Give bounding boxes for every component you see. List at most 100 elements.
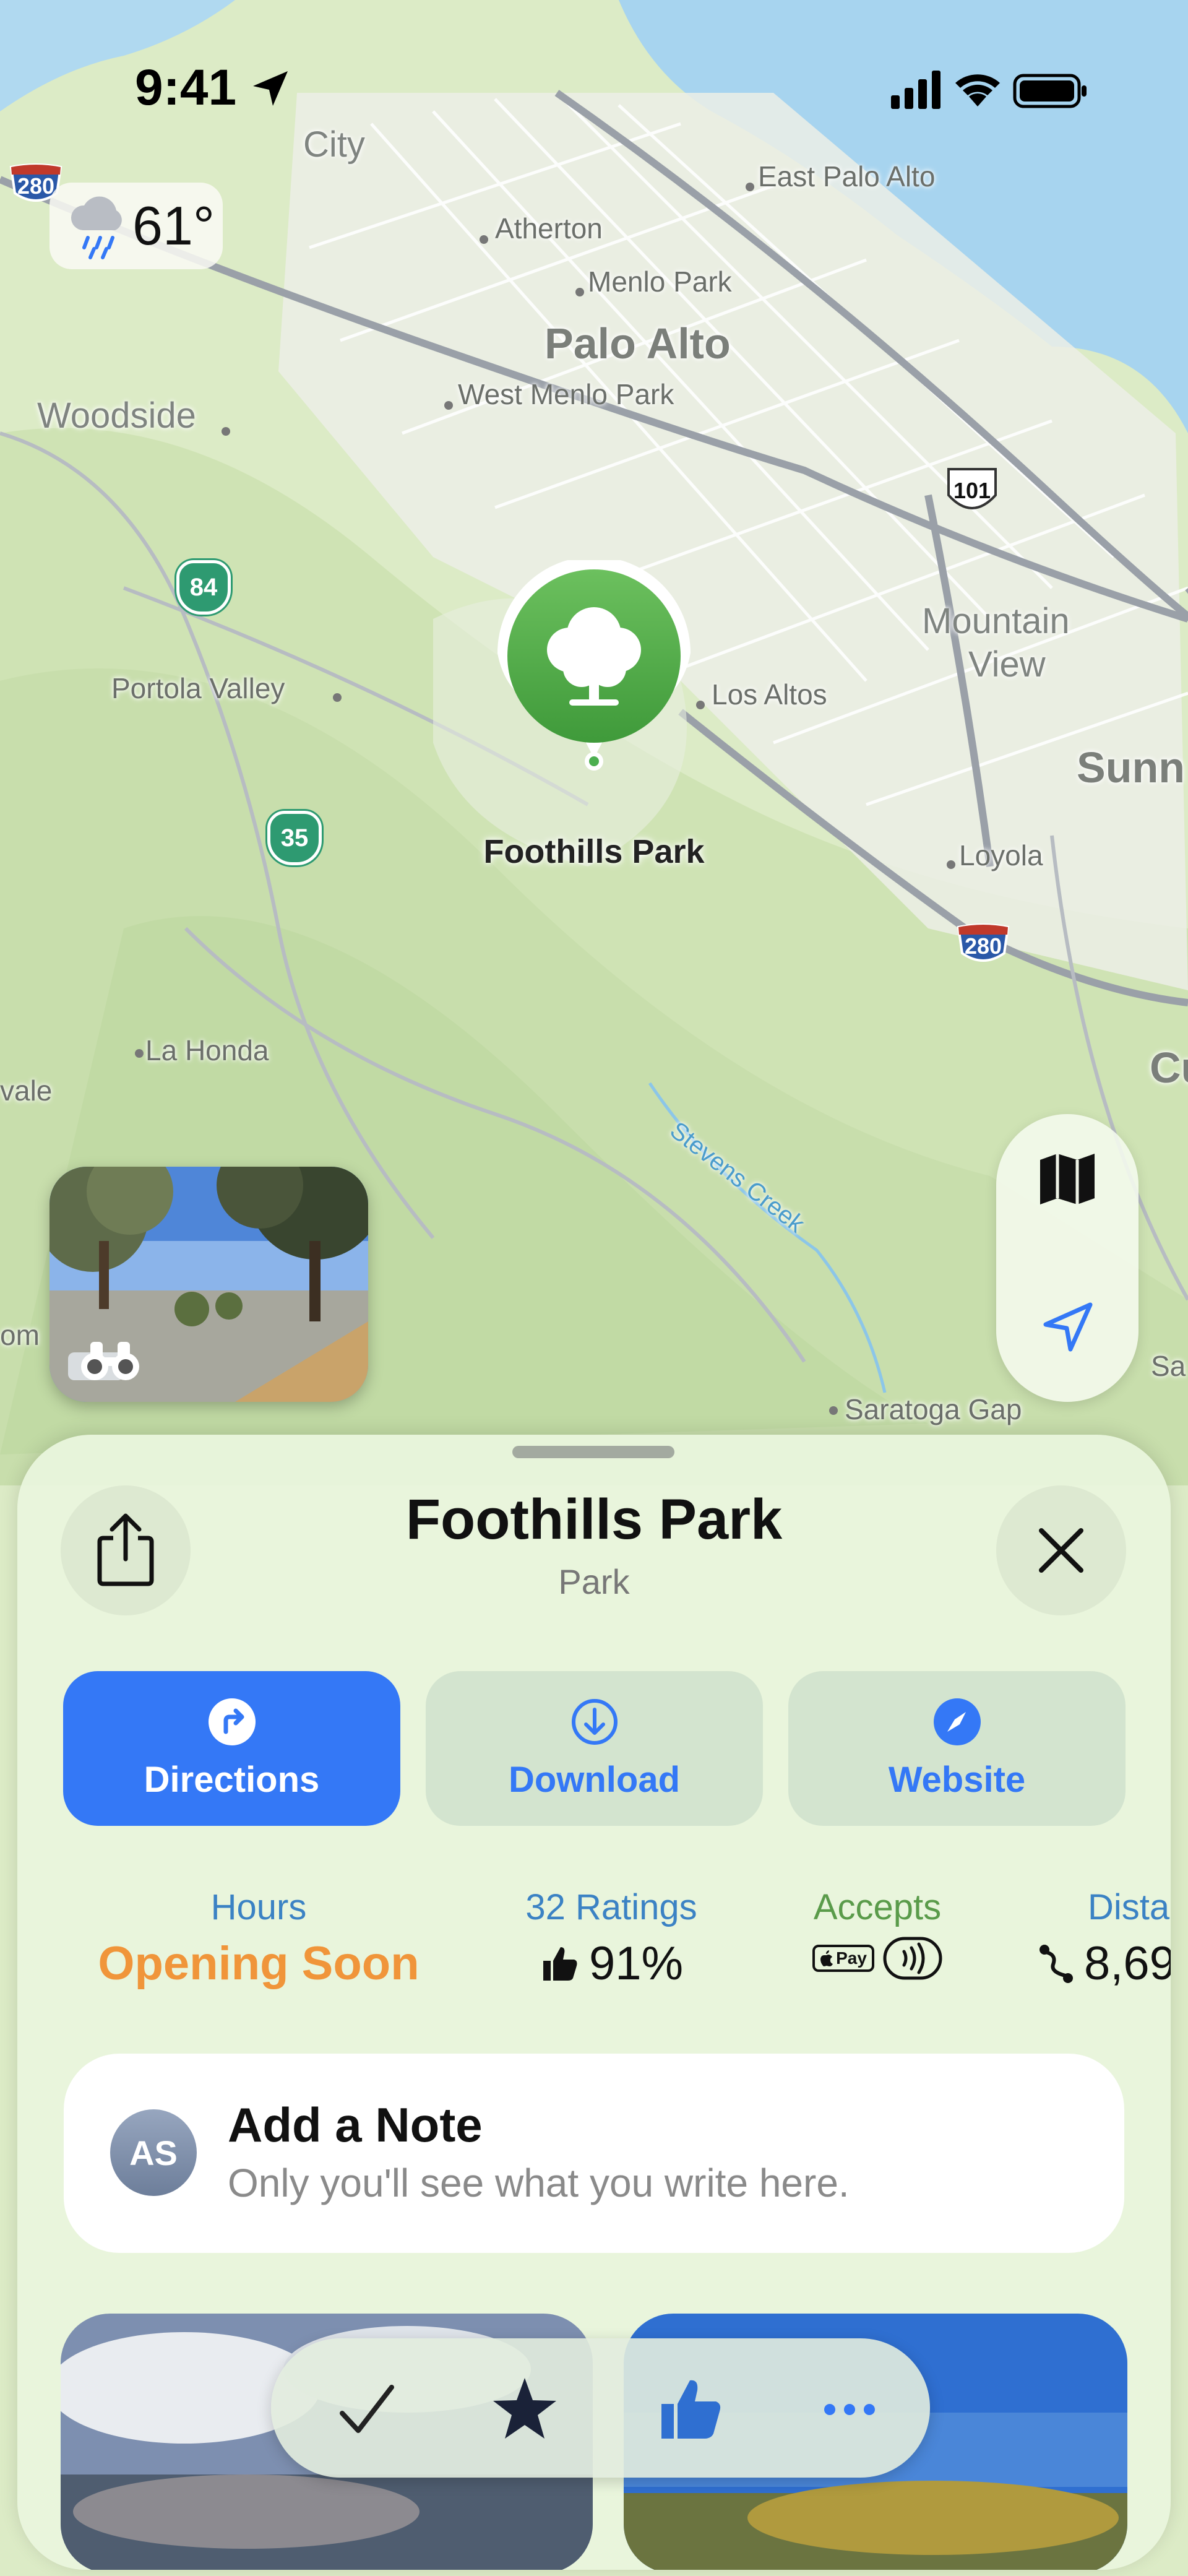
map-dot	[135, 1049, 144, 1058]
map-label: Menlo Park	[588, 266, 732, 298]
thumbs-up-icon	[543, 1947, 577, 1981]
place-pin[interactable]	[495, 556, 693, 771]
download-icon	[571, 1698, 618, 1745]
map-label: vale	[0, 1074, 53, 1107]
directions-label: Directions	[144, 1759, 320, 1800]
share-button[interactable]	[61, 1485, 191, 1615]
favorite-button[interactable]	[484, 2369, 565, 2450]
place-category: Park	[558, 1562, 630, 1601]
us-highway-number: 101	[953, 478, 991, 503]
place-title: Foothills Park	[405, 1488, 783, 1551]
been-here-button[interactable]	[327, 2369, 407, 2450]
state-route-number: 35	[280, 824, 309, 852]
close-button[interactable]	[996, 1485, 1126, 1615]
wifi-icon	[955, 74, 1000, 106]
ratings-value: 91%	[588, 1937, 684, 1990]
close-icon	[1039, 1528, 1083, 1573]
map-dot	[333, 693, 342, 702]
weather-chip[interactable]: 61°	[50, 183, 223, 269]
status-time-text: 9:41	[135, 59, 237, 116]
cellular-signal-icon	[891, 71, 940, 109]
map-label: Portola Valley	[111, 672, 285, 704]
map-dot	[947, 860, 955, 869]
star-icon	[493, 2378, 556, 2439]
map-label: Atherton	[495, 212, 603, 244]
map-label: Sa	[1151, 1350, 1186, 1382]
more-button[interactable]	[809, 2369, 890, 2450]
avatar: AS	[110, 2109, 197, 2196]
pin-label: Foothills Park	[483, 833, 705, 870]
map-dot	[696, 701, 705, 709]
rate-button[interactable]	[652, 2369, 732, 2450]
thumbs-up-icon	[661, 2380, 721, 2439]
battery-icon	[1013, 74, 1087, 108]
map-label: Saratoga Gap	[845, 1393, 1022, 1425]
map-mode-button[interactable]	[1030, 1142, 1104, 1216]
state-route-shield: 84	[176, 560, 231, 615]
add-note-card[interactable]: AS Add a Note Only you'll see what you w…	[64, 2054, 1124, 2253]
map-label: Woodside	[37, 395, 196, 436]
map-label: La Honda	[145, 1034, 269, 1066]
ratings-info[interactable]: 32 Ratings 91%	[469, 1887, 754, 1990]
map-label: East Palo Alto	[758, 160, 936, 192]
map-dot	[480, 235, 488, 244]
location-arrow-icon	[1043, 1302, 1093, 1352]
distance-label: Distar	[1088, 1887, 1171, 1927]
map-label: om	[0, 1319, 40, 1351]
interstate-shield-number: 280	[964, 933, 1002, 959]
state-route-shield: 35	[267, 811, 322, 865]
route-icon	[1040, 1944, 1073, 1983]
apple-pay-text: Pay	[836, 1948, 867, 1968]
share-icon	[97, 1513, 154, 1586]
website-button[interactable]: Website	[788, 1671, 1126, 1826]
place-card-sheet: Foothills Park Park Directions Download …	[17, 1435, 1171, 2570]
distance-value: 8,69	[1084, 1937, 1171, 1990]
state-route-number: 84	[189, 574, 218, 601]
apple-pay-badge: Pay	[812, 1945, 874, 1972]
distance-info[interactable]: Distar 8,69	[1020, 1887, 1171, 1990]
note-placeholder: Only you'll see what you write here.	[228, 2161, 850, 2205]
download-label: Download	[508, 1759, 681, 1800]
directions-icon	[208, 1698, 256, 1745]
map-label: Sunn	[1077, 743, 1185, 792]
map-dot	[829, 1406, 838, 1415]
accepts-info[interactable]: Accepts Pay	[766, 1887, 989, 1980]
note-title: Add a Note	[228, 2098, 483, 2152]
apple-logo-icon	[820, 1950, 833, 1966]
binoculars-icon	[79, 1339, 141, 1385]
map-label: West Menlo Park	[458, 378, 674, 410]
hours-info[interactable]: Hours Opening Soon	[73, 1887, 444, 1990]
status-time: 9:41	[135, 59, 290, 117]
checkmark-icon	[340, 2385, 394, 2433]
location-services-icon	[252, 71, 288, 106]
map-label: Cu	[1150, 1044, 1188, 1092]
accepts-label: Accepts	[813, 1887, 942, 1927]
ratings-label: 32 Ratings	[525, 1887, 697, 1927]
pin-anchor-ring	[585, 752, 603, 771]
us-highway-shield: 101	[944, 465, 1001, 515]
website-label: Website	[888, 1759, 1026, 1800]
location-button[interactable]	[1030, 1290, 1104, 1365]
look-around-preview[interactable]	[50, 1167, 368, 1402]
hours-value: Opening Soon	[98, 1937, 420, 1990]
map-icon	[1040, 1154, 1095, 1204]
map-label: Loyola	[959, 839, 1043, 871]
contactless-pay-icon	[883, 1937, 942, 1980]
sheet-grabber[interactable]	[512, 1446, 674, 1458]
interstate-shield: 280	[955, 922, 1012, 967]
temperature: 61°	[132, 195, 215, 256]
map-label: City	[303, 124, 365, 165]
map-dot	[746, 183, 754, 191]
download-button[interactable]: Download	[426, 1671, 763, 1826]
more-icon	[824, 2404, 875, 2415]
floating-toolbar	[271, 2338, 930, 2478]
map-dot	[444, 401, 453, 410]
hours-label: Hours	[210, 1887, 307, 1927]
directions-button[interactable]: Directions	[63, 1671, 400, 1826]
map-controls	[996, 1114, 1138, 1402]
map-dot	[222, 427, 230, 436]
compass-icon	[933, 1698, 981, 1745]
status-icons	[891, 68, 1089, 115]
map-dot	[575, 288, 584, 296]
cloud-rain-icon	[71, 196, 122, 259]
